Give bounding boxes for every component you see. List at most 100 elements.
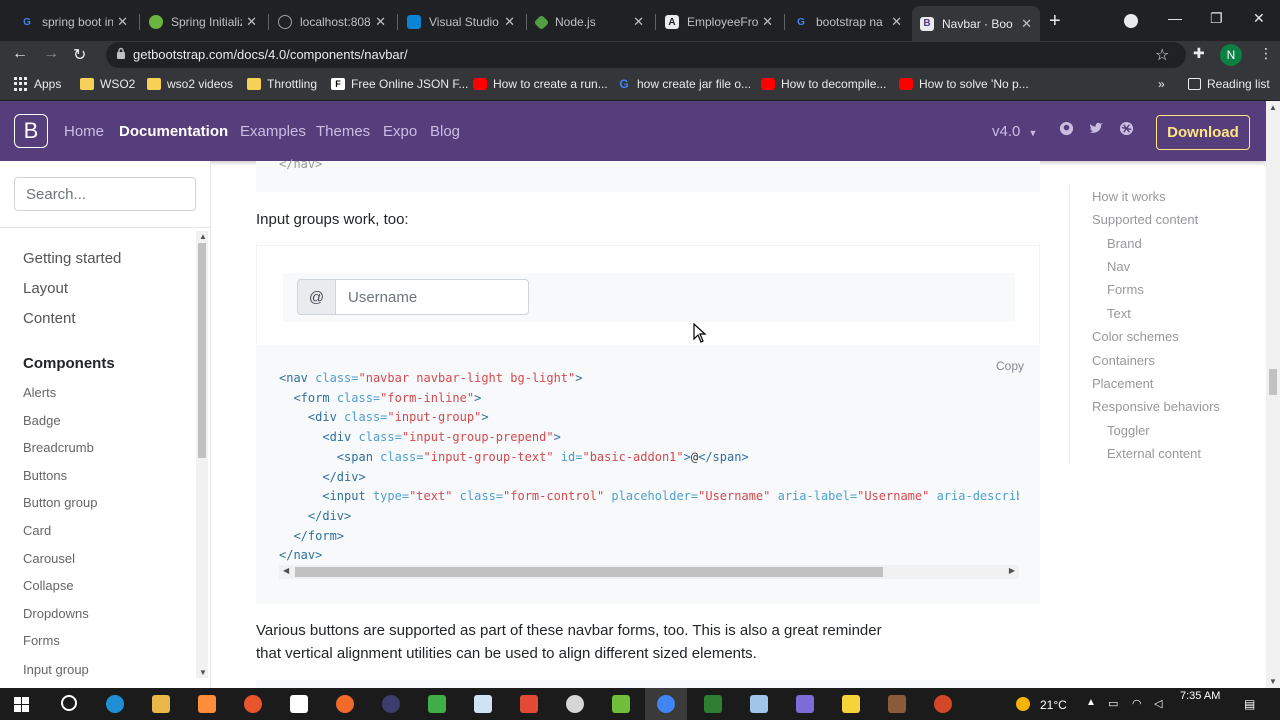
page-scrollbar[interactable]: ▲ ▼ bbox=[1266, 101, 1280, 688]
scrollbar-thumb[interactable] bbox=[295, 567, 883, 577]
bookmark-folder[interactable]: WSO2 bbox=[80, 77, 135, 91]
restore-icon[interactable]: ❐ bbox=[1210, 10, 1223, 27]
download-button[interactable]: Download bbox=[1156, 115, 1250, 150]
bookmark-star-icon[interactable]: ☆ bbox=[1155, 45, 1169, 65]
scroll-up-arrow-icon[interactable]: ▲ bbox=[199, 232, 207, 241]
toc-link[interactable]: Forms bbox=[1107, 282, 1144, 297]
clock-time[interactable]: 7:35 AM bbox=[1180, 690, 1220, 702]
nav-link-blog[interactable]: Blog bbox=[430, 123, 460, 140]
username-input[interactable]: Username bbox=[335, 279, 529, 315]
browser-tab[interactable]: G bootstrap na ✕ bbox=[786, 8, 910, 36]
bookmark-link[interactable]: How to decompile... bbox=[761, 77, 886, 91]
sidebar-item-button-group[interactable]: Button group bbox=[23, 495, 97, 510]
close-tab-icon[interactable]: ✕ bbox=[891, 14, 902, 30]
app-icon[interactable] bbox=[428, 695, 446, 713]
close-window-icon[interactable]: ✕ bbox=[1253, 10, 1265, 27]
notepad-plus-icon[interactable] bbox=[612, 695, 630, 713]
sidebar-item-collapse[interactable]: Collapse bbox=[23, 578, 74, 593]
bookmark-link[interactable]: How to solve 'No p... bbox=[899, 77, 1029, 91]
browser-tab[interactable]: Visual Studio ✕ bbox=[399, 8, 523, 36]
profile-avatar[interactable]: N bbox=[1220, 44, 1242, 66]
extensions-icon[interactable]: ✚ bbox=[1193, 45, 1205, 62]
app-icon[interactable] bbox=[888, 695, 906, 713]
search-icon[interactable] bbox=[61, 695, 77, 711]
nav-link-expo[interactable]: Expo bbox=[383, 123, 417, 140]
new-tab-icon[interactable]: + bbox=[1049, 10, 1061, 33]
back-icon[interactable]: ← bbox=[12, 45, 28, 63]
minimize-icon[interactable]: — bbox=[1168, 10, 1182, 26]
toc-link[interactable]: Containers bbox=[1092, 353, 1155, 368]
nav-link-documentation[interactable]: Documentation bbox=[119, 123, 228, 140]
sidebar-item-badge[interactable]: Badge bbox=[23, 413, 61, 428]
close-tab-icon[interactable]: ✕ bbox=[117, 14, 128, 30]
close-tab-icon[interactable]: ✕ bbox=[504, 14, 515, 30]
app-icon[interactable] bbox=[566, 695, 584, 713]
sidebar-item-input-group[interactable]: Input group bbox=[23, 662, 89, 677]
sidebar-item-breadcrumb[interactable]: Breadcrumb bbox=[23, 440, 94, 455]
sidebar-item-forms[interactable]: Forms bbox=[23, 633, 60, 648]
twitter-icon[interactable] bbox=[1089, 121, 1105, 137]
browser-tab[interactable]: localhost:8080 ✕ bbox=[270, 8, 394, 36]
sidebar-item-alerts[interactable]: Alerts bbox=[23, 385, 56, 400]
nav-link-examples[interactable]: Examples bbox=[240, 123, 306, 140]
scroll-left-arrow-icon[interactable]: ◀ bbox=[283, 566, 289, 575]
reload-icon[interactable]: ↻ bbox=[73, 45, 86, 65]
toc-link[interactable]: How it works bbox=[1092, 189, 1166, 204]
scroll-down-arrow-icon[interactable]: ▼ bbox=[199, 668, 207, 677]
scroll-up-arrow-icon[interactable]: ▲ bbox=[1269, 103, 1277, 112]
sidebar-group-components[interactable]: Components bbox=[23, 355, 115, 372]
sidebar-item-buttons[interactable]: Buttons bbox=[23, 468, 67, 483]
browser-tab-active[interactable]: B Navbar · Boo ✕ bbox=[912, 6, 1040, 41]
wifi-icon[interactable]: ◠ bbox=[1132, 697, 1142, 710]
postman-icon[interactable] bbox=[336, 695, 354, 713]
bookmark-folder[interactable]: wso2 videos bbox=[147, 77, 233, 91]
browser-tab[interactable]: Node.js ✕ bbox=[528, 8, 652, 36]
scrollbar-thumb[interactable] bbox=[1269, 369, 1277, 395]
sidebar-item-card[interactable]: Card bbox=[23, 523, 51, 538]
browser-tab[interactable]: G spring boot in ✕ bbox=[12, 8, 136, 36]
sidebar-item-dropdowns[interactable]: Dropdowns bbox=[23, 606, 89, 621]
chrome-icon[interactable] bbox=[657, 695, 675, 713]
sidebar-group-layout[interactable]: Layout bbox=[23, 280, 68, 297]
notifications-icon[interactable]: ▤ bbox=[1244, 697, 1255, 711]
search-input[interactable]: Search... bbox=[14, 177, 196, 211]
sticky-notes-icon[interactable] bbox=[842, 695, 860, 713]
app-icon[interactable] bbox=[474, 695, 492, 713]
close-tab-icon[interactable]: ✕ bbox=[1021, 16, 1032, 32]
reading-list-button[interactable]: Reading list bbox=[1188, 77, 1270, 91]
toc-link[interactable]: Brand bbox=[1107, 236, 1142, 251]
scroll-right-arrow-icon[interactable]: ▶ bbox=[1009, 566, 1015, 575]
address-bar[interactable]: getbootstrap.com/docs/4.0/components/nav… bbox=[106, 42, 1186, 68]
terminal-icon[interactable] bbox=[704, 695, 722, 713]
nav-link-themes[interactable]: Themes bbox=[316, 123, 370, 140]
toc-link[interactable]: Placement bbox=[1092, 376, 1153, 391]
toc-link[interactable]: Responsive behaviors bbox=[1092, 399, 1220, 414]
app-icon[interactable] bbox=[750, 695, 768, 713]
close-tab-icon[interactable]: ✕ bbox=[246, 14, 257, 30]
close-tab-icon[interactable]: ✕ bbox=[633, 14, 644, 30]
bookmark-link[interactable]: G how create jar file o... bbox=[617, 77, 751, 91]
eclipse-icon[interactable] bbox=[382, 695, 400, 713]
bootstrap-logo[interactable]: B bbox=[14, 114, 48, 148]
bookmark-apps[interactable]: Apps bbox=[14, 77, 61, 91]
sidebar-group-getting-started[interactable]: Getting started bbox=[23, 250, 121, 267]
close-tab-icon[interactable]: ✕ bbox=[762, 14, 773, 30]
tab-search-icon[interactable] bbox=[1124, 14, 1138, 28]
toc-link[interactable]: Color schemes bbox=[1092, 329, 1179, 344]
store-icon[interactable] bbox=[198, 695, 216, 713]
toc-link[interactable]: Nav bbox=[1107, 259, 1130, 274]
toc-link[interactable]: Text bbox=[1107, 306, 1131, 321]
app-icon[interactable] bbox=[796, 695, 814, 713]
sidebar-scrollbar[interactable]: ▲ ▼ bbox=[196, 231, 208, 678]
slack-icon[interactable] bbox=[1119, 121, 1135, 137]
file-explorer-icon[interactable] bbox=[152, 695, 170, 713]
battery-icon[interactable]: ▭ bbox=[1108, 697, 1118, 710]
sidebar-item-carousel[interactable]: Carousel bbox=[23, 551, 75, 566]
tray-chevron-icon[interactable]: ▲ bbox=[1086, 697, 1096, 708]
nav-link-home[interactable]: Home bbox=[64, 123, 104, 140]
bookmark-folder[interactable]: Throttling bbox=[247, 77, 317, 91]
browser-tab[interactable]: Spring Initializr ✕ bbox=[141, 8, 265, 36]
weather-icon[interactable] bbox=[1016, 697, 1030, 711]
version-dropdown[interactable]: v4.0 ▼ bbox=[992, 123, 1037, 140]
close-tab-icon[interactable]: ✕ bbox=[375, 14, 386, 30]
